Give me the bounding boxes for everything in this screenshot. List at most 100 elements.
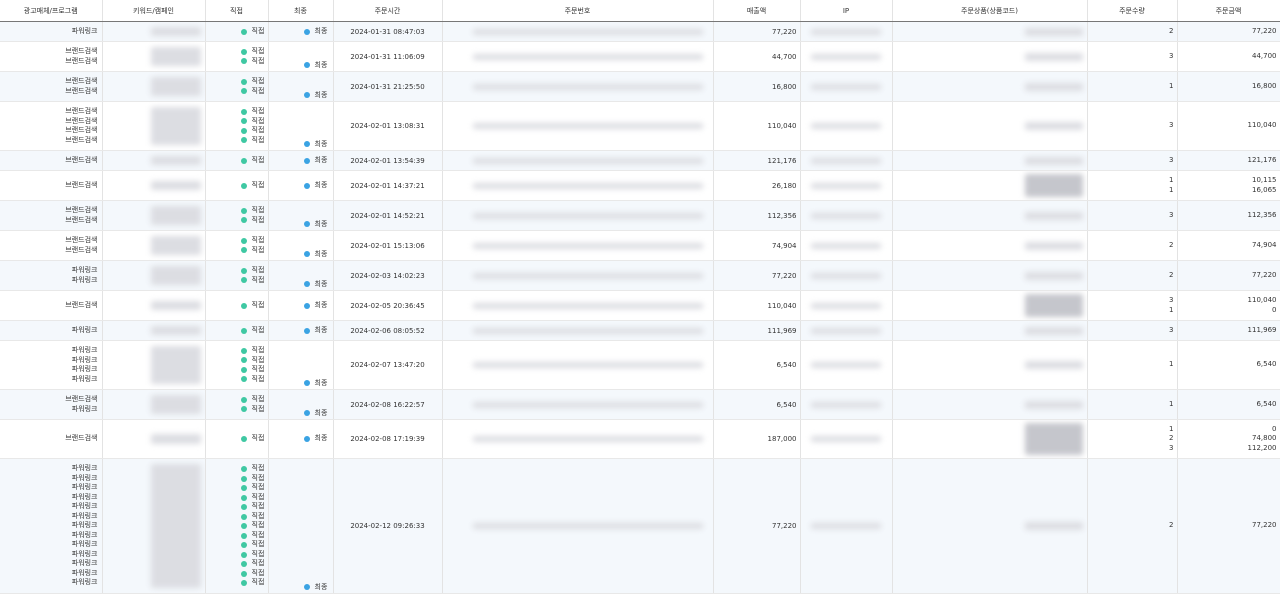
order-number-cell[interactable] bbox=[442, 419, 714, 459]
medium-label: 파워링크 bbox=[71, 346, 98, 354]
direct-dot-icon bbox=[240, 217, 247, 224]
medium-label: 파워링크 bbox=[71, 374, 98, 383]
direct-entry: 직접 bbox=[240, 117, 268, 127]
direct-list: 직접 직접 bbox=[240, 47, 268, 66]
table-row[interactable]: 브랜드검색 파워링크 직접 직접 최종 2024-02-08 16:22:57 6,540 1… bbox=[0, 389, 1280, 420]
amount-value: 77,220 bbox=[1252, 270, 1277, 279]
table-row[interactable]: 파워링크 파워링크 파워링크 파워링크 직접 직접 직접 직접 최종 2024-02-07 13:… bbox=[0, 340, 1280, 390]
medium-cell: 브랜드검색 bbox=[0, 419, 103, 459]
ip-cell bbox=[800, 458, 893, 594]
medium-label: 파워링크 bbox=[71, 483, 98, 492]
direct-cell: 직접 bbox=[205, 419, 269, 459]
medium-label: 브랜드검색 bbox=[65, 215, 98, 224]
direct-entry: 직접 bbox=[240, 550, 268, 560]
order-number-cell[interactable] bbox=[442, 320, 714, 341]
medium-list: 브랜드검색 bbox=[0, 156, 97, 166]
medium-label: 파워링크 bbox=[71, 530, 98, 539]
medium-list: 파워링크 파워링크 파워링크 파워링크 파워링크 파워링크 파워링크 파워링크 파워링크 파워링크… bbox=[0, 464, 98, 588]
order-number-cell[interactable] bbox=[442, 230, 714, 261]
order-number-cell[interactable] bbox=[442, 200, 714, 231]
table-body: 파워링크 직접 최종 2024-01-31 08:47:03 77,220 2 77,220… bbox=[0, 21, 1280, 594]
table-row[interactable]: 브랜드검색 브랜드검색 브랜드검색 브랜드검색 직접 직접 직접 직접 최종 2024-02-01… bbox=[0, 101, 1280, 151]
table-row[interactable]: 파워링크 파워링크 직접 직접 최종 2024-02-03 14:02:23 77,220 2… bbox=[0, 260, 1280, 291]
direct-entry: 직접 bbox=[240, 47, 268, 57]
order-number-cell[interactable] bbox=[442, 458, 714, 594]
direct-entry: 직접 bbox=[240, 464, 268, 474]
direct-list: 직접 bbox=[240, 434, 268, 444]
order-number-cell[interactable] bbox=[442, 71, 714, 102]
header-direct[interactable]: 직접 bbox=[205, 0, 269, 22]
direct-dot-icon bbox=[240, 157, 247, 164]
redacted-block bbox=[150, 325, 201, 336]
direct-label: 직접 bbox=[251, 26, 265, 35]
qty-value: 1 bbox=[1169, 305, 1174, 314]
keyword-cell bbox=[102, 290, 206, 321]
direct-label: 직접 bbox=[251, 56, 265, 65]
table-row[interactable]: 브랜드검색 브랜드검색 직접 직접 최종 2024-01-31 21:25:50 16,80… bbox=[0, 71, 1280, 102]
header-order-number[interactable]: 주문번호 bbox=[442, 0, 714, 22]
header-ip[interactable]: IP bbox=[800, 0, 893, 22]
order-number-cell[interactable] bbox=[442, 170, 714, 201]
order-number-cell[interactable] bbox=[442, 260, 714, 291]
direct-dot-icon bbox=[240, 532, 247, 539]
table-row[interactable]: 브랜드검색 직접 최종 2024-02-05 20:36:45 110,040 3 1 110… bbox=[0, 290, 1280, 321]
table-row[interactable]: 파워링크 직접 최종 2024-02-06 08:05:52 111,969 3 111,9… bbox=[0, 320, 1280, 341]
header-order-time[interactable]: 주문시간 bbox=[333, 0, 443, 22]
sales-cell: 77,220 bbox=[713, 21, 801, 42]
redacted-block bbox=[1024, 52, 1083, 61]
direct-dot-icon bbox=[240, 466, 247, 472]
header-final[interactable]: 최종 bbox=[268, 0, 334, 22]
order-number-cell[interactable] bbox=[442, 340, 714, 390]
header-amount[interactable]: 주문금액 bbox=[1177, 0, 1280, 22]
ip-cell bbox=[800, 41, 893, 72]
product-cell bbox=[892, 21, 1088, 42]
final-label: 최종 bbox=[314, 408, 328, 417]
product-cell bbox=[892, 290, 1088, 321]
table-row[interactable]: 브랜드검색 직접 최종 2024-02-01 14:37:21 26,180 1 1 10,1… bbox=[0, 170, 1280, 201]
direct-label: 직접 bbox=[251, 346, 265, 354]
table-row[interactable]: 파워링크 파워링크 파워링크 파워링크 파워링크 파워링크 파워링크 파워링크 파워링크 파워링크… bbox=[0, 458, 1280, 594]
medium-label: 브랜드검색 bbox=[65, 116, 98, 125]
medium-cell: 브랜드검색 브랜드검색 bbox=[0, 200, 103, 231]
order-number-cell[interactable] bbox=[442, 41, 714, 72]
order-number-cell[interactable] bbox=[442, 389, 714, 420]
table-row[interactable]: 브랜드검색 브랜드검색 직접 직접 최종 2024-02-01 14:52:21 112,3… bbox=[0, 200, 1280, 231]
header-keyword[interactable]: 키워드/캠페인 bbox=[102, 0, 206, 22]
sales-cell: 74,904 bbox=[713, 230, 801, 261]
amount-value: 111,969 bbox=[1247, 325, 1277, 334]
table-row[interactable]: 브랜드검색 직접 최종 2024-02-08 17:19:39 187,000 1 2 3 0 7… bbox=[0, 419, 1280, 459]
final-dot-icon bbox=[303, 436, 310, 442]
amount-value: 77,220 bbox=[1252, 521, 1277, 530]
redacted-block bbox=[472, 212, 703, 219]
medium-cell: 브랜드검색 브랜드검색 bbox=[0, 41, 103, 72]
final-dot-icon bbox=[303, 92, 310, 99]
header-product[interactable]: 주문상품(상품코드) bbox=[892, 0, 1088, 22]
order-number-cell[interactable] bbox=[442, 150, 714, 171]
order-time-cell: 2024-02-05 20:36:45 bbox=[333, 290, 443, 321]
table-row[interactable]: 브랜드검색 브랜드검색 직접 직접 최종 2024-02-01 15:13:06 74,90… bbox=[0, 230, 1280, 261]
order-number-cell[interactable] bbox=[442, 21, 714, 42]
table-row[interactable]: 파워링크 직접 최종 2024-01-31 08:47:03 77,220 2 77,220 bbox=[0, 21, 1280, 42]
header-qty[interactable]: 주문수량 bbox=[1087, 0, 1178, 22]
direct-dot-icon bbox=[240, 396, 247, 403]
order-report-table: 광고매체/프로그램 키워드/캠페인 직접 최종 주문시간 주문번호 매출액 IP… bbox=[0, 0, 1280, 594]
ip-cell bbox=[800, 419, 893, 459]
amount-cell: 10,115 16,065 bbox=[1177, 170, 1280, 201]
final-label: 최종 bbox=[314, 60, 328, 69]
header-medium[interactable]: 광고매체/프로그램 bbox=[0, 0, 103, 22]
order-number-cell[interactable] bbox=[442, 290, 714, 321]
direct-dot-icon bbox=[240, 513, 247, 520]
direct-dot-icon bbox=[240, 406, 247, 413]
qty-cell: 11 bbox=[1087, 170, 1178, 201]
header-sales[interactable]: 매출액 bbox=[713, 0, 801, 22]
table-row[interactable]: 브랜드검색 직접 최종 2024-02-01 13:54:39 121,176 3 121,… bbox=[0, 150, 1280, 171]
medium-label: 파워링크 bbox=[71, 473, 98, 482]
direct-cell: 직접 bbox=[205, 21, 269, 42]
amount-value: 112,200 bbox=[1247, 443, 1277, 452]
final-dot-icon bbox=[303, 327, 310, 334]
order-number-cell[interactable] bbox=[442, 101, 714, 151]
qty-list: 2 bbox=[1088, 521, 1173, 531]
table-row[interactable]: 브랜드검색 브랜드검색 직접 직접 최종 2024-01-31 11:06:09 44,70… bbox=[0, 41, 1280, 72]
redacted-block bbox=[472, 28, 703, 35]
direct-dot-icon bbox=[240, 551, 247, 558]
